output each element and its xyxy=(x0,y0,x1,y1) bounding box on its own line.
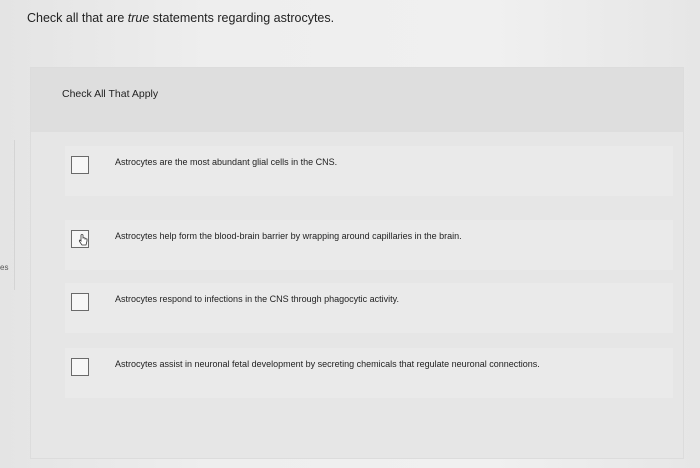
answer-option-label: Astrocytes are the most abundant glial c… xyxy=(115,157,338,167)
answer-checkbox[interactable] xyxy=(71,156,89,174)
answer-option-label: Astrocytes respond to infections in the … xyxy=(115,294,399,304)
question-prefix: Check all that are xyxy=(27,11,128,25)
answer-checkbox[interactable] xyxy=(71,358,89,376)
answer-option[interactable]: Astrocytes respond to infections in the … xyxy=(65,283,673,333)
hand-pointer-icon xyxy=(78,234,88,246)
answer-option-label: Astrocytes help form the blood-brain bar… xyxy=(115,231,462,241)
left-edge-text: es xyxy=(0,263,9,272)
answer-option[interactable]: Astrocytes are the most abundant glial c… xyxy=(65,146,673,196)
answer-panel: Check All That Apply Astrocytes are the … xyxy=(30,67,684,459)
answer-panel-header: Check All That Apply xyxy=(31,68,683,132)
answer-option[interactable]: Astrocytes assist in neuronal fetal deve… xyxy=(65,348,673,398)
answer-option[interactable]: Astrocytes help form the blood-brain bar… xyxy=(65,220,673,270)
answer-checkbox[interactable] xyxy=(71,230,89,248)
answer-panel-title: Check All That Apply xyxy=(62,88,159,100)
page: es Check all that are true statements re… xyxy=(0,0,700,468)
answer-option-label: Astrocytes assist in neuronal fetal deve… xyxy=(115,359,540,369)
question-prompt: Check all that are true statements regar… xyxy=(27,11,334,25)
question-suffix: statements regarding astrocytes. xyxy=(149,11,335,25)
question-emphasis: true xyxy=(127,11,150,25)
answer-checkbox[interactable] xyxy=(71,293,89,311)
